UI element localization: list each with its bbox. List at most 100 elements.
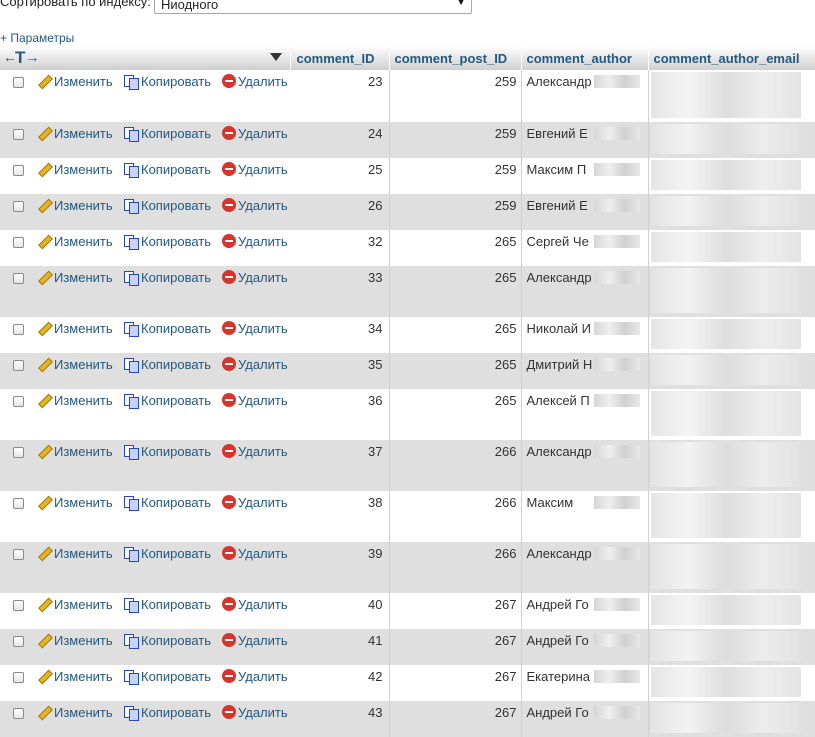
cell-comment-id[interactable]: 40 [290, 593, 390, 629]
cell-comment-id[interactable]: 39 [290, 542, 390, 593]
row-checkbox[interactable] [13, 498, 24, 509]
sort-dropdown-icon[interactable] [270, 53, 282, 61]
delete-link[interactable]: Удалить [222, 597, 288, 612]
cell-comment-post-id[interactable]: 267 [389, 629, 522, 665]
copy-link[interactable]: Копировать [123, 357, 211, 373]
cell-comment-author-email[interactable] [648, 70, 815, 122]
copy-link[interactable]: Копировать [123, 495, 211, 511]
row-checkbox[interactable] [13, 549, 24, 560]
copy-link[interactable]: Копировать [123, 444, 211, 460]
edit-link[interactable]: Изменить [36, 705, 113, 720]
row-checkbox[interactable] [13, 201, 24, 212]
cell-comment-author[interactable]: Александр [521, 542, 649, 593]
cell-comment-post-id[interactable]: 265 [389, 353, 522, 389]
cell-comment-id[interactable]: 35 [290, 353, 390, 389]
edit-link[interactable]: Изменить [36, 633, 113, 648]
delete-link[interactable]: Удалить [222, 198, 288, 213]
delete-link[interactable]: Удалить [222, 669, 288, 684]
cell-comment-id[interactable]: 23 [290, 70, 390, 122]
edit-link[interactable]: Изменить [36, 597, 113, 612]
copy-link[interactable]: Копировать [123, 321, 211, 337]
cell-comment-author-email[interactable] [648, 440, 815, 491]
edit-link[interactable]: Изменить [36, 393, 113, 408]
row-checkbox[interactable] [13, 77, 24, 88]
row-checkbox[interactable] [13, 708, 24, 719]
delete-link[interactable]: Удалить [222, 495, 288, 510]
edit-link[interactable]: Изменить [36, 495, 113, 510]
cell-comment-id[interactable]: 24 [290, 122, 390, 158]
row-checkbox[interactable] [13, 273, 24, 284]
cell-comment-author[interactable]: Андрей Го [521, 593, 649, 629]
cell-comment-post-id[interactable]: 267 [389, 701, 522, 737]
cell-comment-post-id[interactable]: 266 [389, 542, 522, 593]
delete-link[interactable]: Удалить [222, 162, 288, 177]
column-header-comment-post-id[interactable]: comment_post_ID [389, 46, 522, 70]
cell-comment-author[interactable]: Евгений Е [521, 194, 649, 230]
cell-comment-author[interactable]: Андрей Го [521, 629, 649, 665]
copy-link[interactable]: Копировать [123, 705, 211, 721]
row-checkbox[interactable] [13, 324, 24, 335]
cell-comment-post-id[interactable]: 267 [389, 593, 522, 629]
cell-comment-id[interactable]: 36 [290, 389, 390, 440]
cell-comment-post-id[interactable]: 266 [389, 440, 522, 491]
cell-comment-author[interactable]: Александр [521, 266, 649, 317]
cell-comment-author[interactable]: Сергей Че [521, 230, 649, 266]
delete-link[interactable]: Удалить [222, 357, 288, 372]
cell-comment-author[interactable]: Евгений Е [521, 122, 649, 158]
delete-link[interactable]: Удалить [222, 393, 288, 408]
cell-comment-id[interactable]: 38 [290, 491, 390, 542]
row-checkbox[interactable] [13, 636, 24, 647]
row-checkbox[interactable] [13, 165, 24, 176]
delete-link[interactable]: Удалить [222, 126, 288, 141]
edit-link[interactable]: Изменить [36, 126, 113, 141]
cell-comment-id[interactable]: 42 [290, 665, 390, 701]
sort-index-select[interactable]: Ниодного ▼ [154, 0, 472, 14]
edit-link[interactable]: Изменить [36, 198, 113, 213]
cell-comment-author-email[interactable] [648, 230, 815, 266]
copy-link[interactable]: Копировать [123, 393, 211, 409]
row-checkbox[interactable] [13, 360, 24, 371]
cell-comment-author-email[interactable] [648, 122, 815, 158]
cell-comment-post-id[interactable]: 259 [389, 194, 522, 230]
column-header-comment-author-email[interactable]: comment_author_email [648, 46, 815, 70]
delete-link[interactable]: Удалить [222, 705, 288, 720]
cell-comment-author[interactable]: Александр [521, 70, 649, 122]
row-checkbox[interactable] [13, 447, 24, 458]
copy-link[interactable]: Копировать [123, 669, 211, 685]
edit-link[interactable]: Изменить [36, 444, 113, 459]
copy-link[interactable]: Копировать [123, 546, 211, 562]
cell-comment-author-email[interactable] [648, 266, 815, 317]
delete-link[interactable]: Удалить [222, 234, 288, 249]
cell-comment-id[interactable]: 43 [290, 701, 390, 737]
cell-comment-author-email[interactable] [648, 542, 815, 593]
parameters-toggle[interactable]: + Параметры [0, 31, 74, 45]
column-header-comment-id[interactable]: comment_ID [290, 46, 390, 70]
row-checkbox[interactable] [13, 237, 24, 248]
cell-comment-author-email[interactable] [648, 158, 815, 194]
copy-link[interactable]: Копировать [123, 597, 211, 613]
copy-link[interactable]: Копировать [123, 126, 211, 142]
edit-link[interactable]: Изменить [36, 162, 113, 177]
cell-comment-post-id[interactable]: 266 [389, 491, 522, 542]
cell-comment-post-id[interactable]: 259 [389, 158, 522, 194]
edit-link[interactable]: Изменить [36, 270, 113, 285]
delete-link[interactable]: Удалить [222, 546, 288, 561]
cell-comment-author-email[interactable] [648, 491, 815, 542]
delete-link[interactable]: Удалить [222, 444, 288, 459]
copy-link[interactable]: Копировать [123, 198, 211, 214]
edit-link[interactable]: Изменить [36, 74, 113, 89]
cell-comment-author[interactable]: Дмитрий Н [521, 353, 649, 389]
cell-comment-author-email[interactable] [648, 593, 815, 629]
edit-link[interactable]: Изменить [36, 321, 113, 336]
cell-comment-id[interactable]: 25 [290, 158, 390, 194]
row-checkbox[interactable] [13, 129, 24, 140]
cell-comment-post-id[interactable]: 259 [389, 122, 522, 158]
cell-comment-id[interactable]: 32 [290, 230, 390, 266]
edit-link[interactable]: Изменить [36, 669, 113, 684]
cell-comment-author[interactable]: Алексей П [521, 389, 649, 440]
row-checkbox[interactable] [13, 396, 24, 407]
cell-comment-post-id[interactable]: 265 [389, 230, 522, 266]
cell-comment-author[interactable]: Максим П [521, 158, 649, 194]
cell-comment-author[interactable]: Андрей Го [521, 701, 649, 737]
row-checkbox[interactable] [13, 672, 24, 683]
